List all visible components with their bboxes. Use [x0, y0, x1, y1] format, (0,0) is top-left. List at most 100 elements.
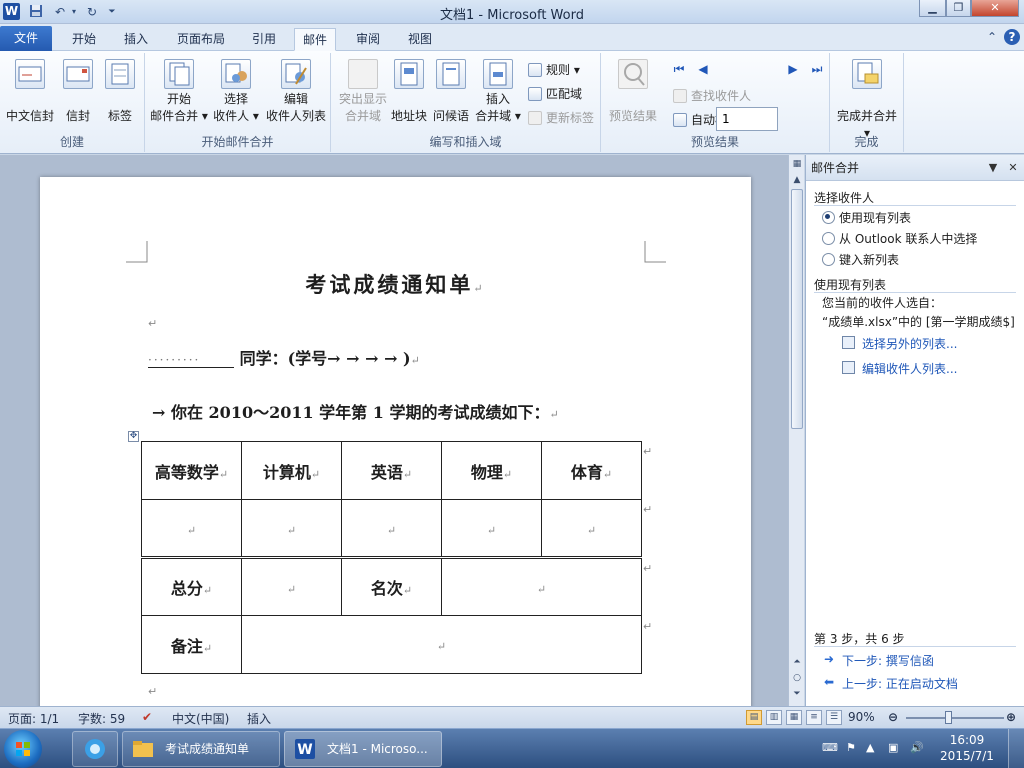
documents-icon [164, 59, 194, 89]
select-recipients-button[interactable]: 选择 收件人 ▾ [211, 59, 261, 125]
highlight-merge-fields-button[interactable]: 突出显示 合并域 [335, 59, 391, 125]
table-cell[interactable]: ↵ [541, 499, 642, 558]
previous-step-link[interactable]: ⬅ 上一步: 正在启动文档 [824, 675, 958, 692]
taskbar-clock[interactable]: 16:09 2015/7/1 [934, 732, 1000, 764]
print-layout-view-icon[interactable]: ▤ [746, 710, 762, 725]
greeting-line-button[interactable]: 问候语 [431, 59, 471, 125]
start-mail-merge-button[interactable]: 开始 邮件合并 ▾ [150, 59, 208, 125]
finish-merge-button[interactable]: 完成并合并 ▾ [834, 59, 900, 142]
tab-view[interactable]: 视图 [400, 28, 440, 51]
scroll-up-icon[interactable]: ▲ [790, 173, 804, 187]
ruler-toggle-icon[interactable]: ▦ [790, 157, 804, 171]
minimize-button[interactable]: ▁ [919, 0, 946, 17]
radio-outlook-contacts[interactable]: 从 Outlook 联系人中选择 [822, 230, 977, 247]
full-screen-reading-icon[interactable]: ▥ [766, 710, 782, 725]
last-record-icon[interactable]: ⏭ [809, 61, 825, 77]
table-move-handle-icon[interactable]: ✥ [128, 431, 139, 442]
rules-button[interactable]: 规则 ▾ [528, 61, 580, 79]
table-cell[interactable]: ↵ [341, 499, 442, 558]
tab-mailings[interactable]: 邮件 [294, 28, 337, 51]
scrollbar-thumb[interactable] [791, 189, 803, 429]
maximize-button[interactable]: ❐ [946, 0, 971, 17]
next-record-icon[interactable]: ▶ [785, 61, 801, 77]
show-desktop-button[interactable] [1008, 729, 1024, 768]
table-cell[interactable]: ↵ [441, 499, 542, 558]
edit-recipient-list-button[interactable]: 编辑 收件人列表 [264, 59, 328, 125]
chinese-envelope-button[interactable]: 中文信封 [4, 59, 56, 125]
tab-review[interactable]: 审阅 [348, 28, 388, 51]
web-layout-icon[interactable]: ▦ [786, 710, 802, 725]
word-count[interactable]: 字数: 59 [78, 710, 125, 727]
table-header-cell[interactable]: 物理↵ [441, 441, 542, 500]
insert-mode-indicator[interactable]: 插入 [247, 710, 271, 727]
insert-merge-field-button[interactable]: 插入 合并域 ▾ [473, 59, 523, 125]
next-step-link[interactable]: ➜ 下一步: 撰写信函 [824, 652, 934, 669]
browser-icon [85, 739, 105, 759]
zoom-out-icon[interactable]: ⊖ [888, 710, 898, 724]
radio-type-new-list[interactable]: 键入新列表 [822, 251, 899, 268]
radio-use-existing-list[interactable]: 使用现有列表 [822, 209, 911, 226]
previous-record-icon[interactable]: ◀ [695, 61, 711, 77]
zoom-in-icon[interactable]: ⊕ [1006, 710, 1016, 724]
task-pane-close-icon[interactable]: ✕ [1006, 155, 1020, 181]
show-hidden-icons-icon[interactable]: ▲ [866, 741, 874, 754]
tab-page-layout[interactable]: 页面布局 [169, 28, 233, 51]
page-count[interactable]: 页面: 1/1 [8, 710, 59, 727]
section-use-existing-list: 使用现有列表 [814, 278, 887, 292]
vertical-scrollbar[interactable]: ▦ ▲ ⏶ ○ ⏷ [788, 155, 804, 706]
table-header-cell[interactable]: 英语↵ [341, 441, 442, 500]
tab-insert[interactable]: 插入 [116, 28, 156, 51]
rank-label-cell[interactable]: 名次↵ [341, 556, 442, 616]
document-page[interactable]: 考试成绩通知单↵ ↵ ········· 同学：(学号→ → → → )↵ → … [40, 177, 751, 706]
student-name-blank[interactable]: ········· [148, 353, 234, 368]
taskbar-pinned-ie[interactable] [72, 731, 118, 767]
table-cell[interactable]: ↵ [241, 615, 642, 674]
document-area[interactable]: 考试成绩通知单↵ ↵ ········· 同学：(学号→ → → → )↵ → … [0, 155, 788, 706]
tab-references[interactable]: 引用 [244, 28, 284, 51]
match-fields-button[interactable]: 匹配域 [528, 85, 582, 103]
zoom-level[interactable]: 90% [848, 710, 875, 724]
tab-home[interactable]: 开始 [64, 28, 104, 51]
taskbar-app-word[interactable]: W 文档1 - Microso... [284, 731, 442, 767]
labels-button[interactable]: 标签 [102, 59, 138, 125]
preview-results-button[interactable]: 预览结果 [605, 59, 661, 125]
table-cell[interactable]: ↵ [241, 499, 342, 558]
table-header-cell[interactable]: 体育↵ [541, 441, 642, 500]
zoom-slider[interactable] [906, 717, 1004, 719]
mail-merge-task-pane: 邮件合并 ▼ ✕ 选择收件人 使用现有列表 从 Outlook 联系人中选择 键… [805, 155, 1024, 706]
address-block-button[interactable]: 地址块 [389, 59, 429, 125]
draft-view-icon[interactable]: ☰ [826, 710, 842, 725]
table-cell[interactable]: ↵ [241, 556, 342, 616]
proofing-icon[interactable]: ✔ [142, 710, 152, 724]
keyboard-icon[interactable]: ⌨ [822, 741, 838, 754]
select-another-list-link[interactable]: 选择另外的列表... [842, 335, 957, 352]
edit-recipient-list-link[interactable]: 编辑收件人列表... [842, 360, 957, 377]
language-indicator[interactable]: 中文(中国) [172, 710, 229, 727]
find-recipient-button[interactable]: 查找收件人 [673, 87, 751, 105]
update-labels-button[interactable]: 更新标签 [528, 109, 594, 127]
zoom-slider-thumb[interactable] [945, 711, 952, 724]
minimize-ribbon-icon[interactable]: ⌃ [984, 29, 1000, 45]
select-browse-object-icon[interactable]: ○ [790, 671, 804, 685]
close-button[interactable]: ✕ [971, 0, 1019, 17]
previous-page-icon[interactable]: ⏶ [790, 655, 804, 669]
help-icon[interactable]: ? [1004, 29, 1020, 45]
table-cell[interactable]: ↵ [141, 499, 242, 558]
volume-icon[interactable]: 🔊 [910, 741, 924, 754]
tab-file[interactable]: 文件 [0, 26, 53, 51]
total-label-cell[interactable]: 总分↵ [141, 556, 242, 616]
taskbar-app-explorer[interactable]: 考试成绩通知单 [122, 731, 280, 767]
outline-view-icon[interactable]: ≡ [806, 710, 822, 725]
network-icon[interactable]: ▣ [888, 741, 898, 754]
table-header-cell[interactable]: 高等数学↵ [141, 441, 242, 500]
input-method-icon[interactable]: ⚑ [846, 741, 856, 754]
first-record-icon[interactable]: ⏮ [671, 61, 687, 77]
start-button[interactable] [4, 730, 42, 768]
record-number-input[interactable] [716, 107, 778, 131]
table-header-cell[interactable]: 计算机↵ [241, 441, 342, 500]
next-page-icon[interactable]: ⏷ [790, 687, 804, 701]
table-cell[interactable]: ↵ [441, 556, 642, 616]
task-pane-options-icon[interactable]: ▼ [986, 155, 1000, 181]
remark-label-cell[interactable]: 备注↵ [141, 615, 242, 674]
envelope-button[interactable]: 信封 [60, 59, 96, 125]
